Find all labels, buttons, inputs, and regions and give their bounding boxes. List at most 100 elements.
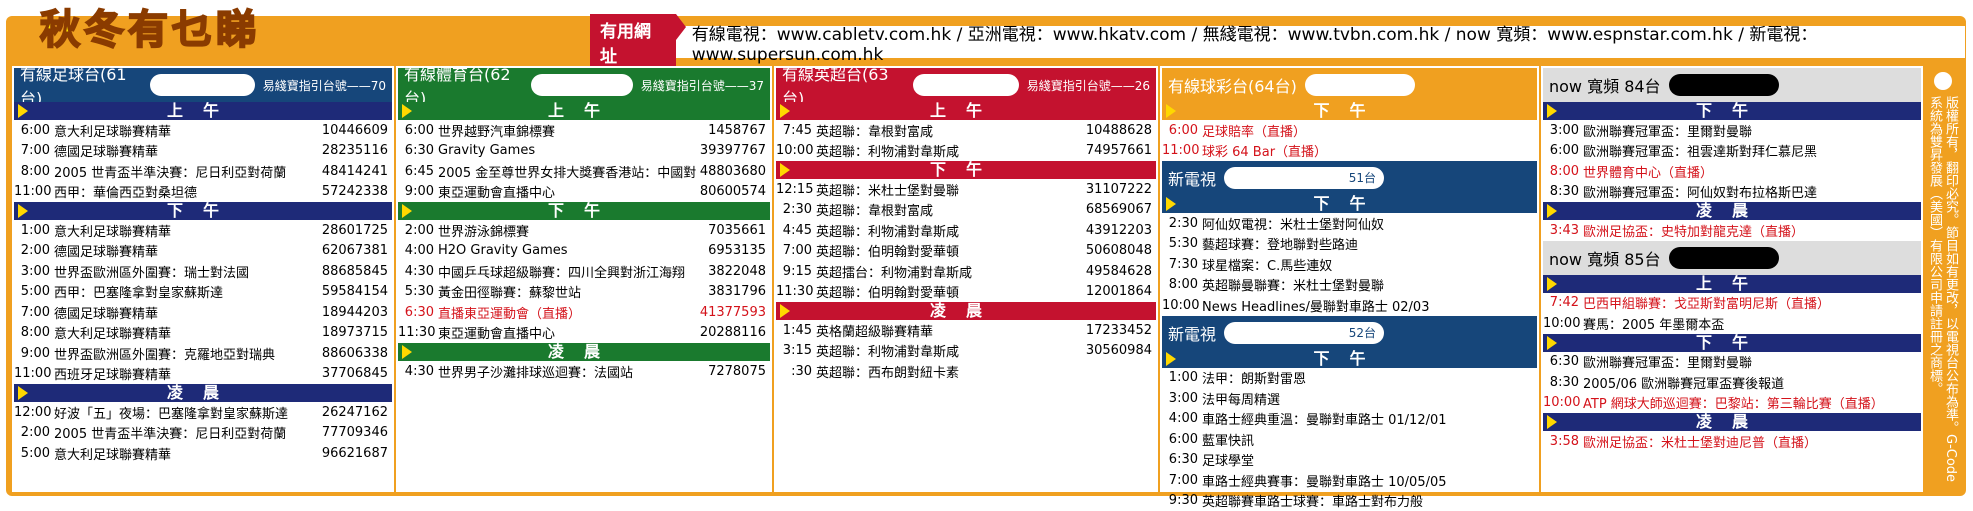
copyright-sidebar: 版權所有，翻印必究。節目如有更改，以電視台公布為準。G-Code系統為雙昇發展（…: [1928, 66, 1958, 490]
program-row[interactable]: 8:00世界體育中心（直播）: [1543, 161, 1921, 182]
program-row[interactable]: 7:42巴西甲組聯賽：戈亞斯對富明尼斯（直播）: [1543, 293, 1921, 314]
program-row[interactable]: 6:00世界越野汽車錦標賽1458767: [398, 120, 770, 141]
program-row[interactable]: 8:30歐洲聯賽冠軍盃：阿仙奴對布拉格斯巴達: [1543, 182, 1921, 203]
gcode-number: 68569067: [1082, 202, 1156, 217]
program-time: 11:00: [1162, 143, 1202, 158]
program-row[interactable]: 8:00意大利足球聯賽精華18973715: [14, 323, 392, 344]
program-time: 6:30: [398, 143, 438, 158]
program-row[interactable]: 7:00車路士經典賽事：曼聯對車路士 10/05/05: [1162, 470, 1537, 491]
program-title: 歐洲足協盃：米杜士堡對迪尼普（直播）: [1583, 432, 1921, 451]
gcode-number: 10446609: [318, 123, 392, 138]
program-row[interactable]: 11:30英超聯：伯明翰對愛華頓12001864: [776, 282, 1156, 303]
column-now-broadband: now 寬頻 84台下午3:00歐洲聯賽冠軍盃：里爾對曼聯6:00歐洲聯賽冠軍盃…: [1541, 66, 1923, 492]
program-title: 西甲：巴塞隆拿對皇家蘇斯達: [54, 282, 318, 301]
program-time: 5:00: [14, 446, 54, 461]
column-cable-epl: 有線英超台(63台)易綫寶指引台號——26上午7:45英超聯：韋根對富咸1048…: [774, 66, 1158, 492]
program-row[interactable]: 1:00法甲：朗斯對雷恩: [1162, 368, 1537, 389]
program-row[interactable]: 7:00德國足球聯賽精華28235116: [14, 141, 392, 162]
program-row[interactable]: 9:15英超擂台：利物浦對韋斯咸49584628: [776, 261, 1156, 282]
program-row[interactable]: 10:00英超聯：利物浦對韋斯咸74957661: [776, 141, 1156, 162]
program-row[interactable]: 12:00好波「五」夜場：巴塞隆拿對皇家蘇斯達26247162: [14, 402, 392, 423]
program-row[interactable]: 7:00德國足球聯賽精華18944203: [14, 302, 392, 323]
program-row[interactable]: 1:00意大利足球聯賽精華28601725: [14, 220, 392, 241]
program-row[interactable]: 4:00H2O Gravity Games6953135: [398, 241, 770, 262]
program-row[interactable]: 7:30球星檔案：C.馬些連奴: [1162, 254, 1537, 275]
gcode-number: 50608048: [1082, 243, 1156, 258]
program-row[interactable]: 10:00News Headlines/曼聯對車路士 02/03: [1162, 295, 1537, 316]
program-row[interactable]: 6:30直播東亞運動會（直播）41377593: [398, 302, 770, 323]
program-row[interactable]: 4:45英超聯：利物浦對韋斯咸43912203: [776, 220, 1156, 241]
program-row[interactable]: 3:43歐洲足協盃：史特加對龍克達（直播）: [1543, 220, 1921, 241]
program-row[interactable]: 12:15英超聯：米杜士堡對曼聯31107222: [776, 179, 1156, 200]
program-time: 4:30: [398, 364, 438, 379]
gcode-number: 17233452: [1082, 323, 1156, 338]
program-row[interactable]: 8:00英超聯曼聯賽：米杜士堡對曼聯: [1162, 275, 1537, 296]
program-title: 世界男子沙灘排球巡迴賽：法國站: [438, 362, 696, 381]
program-time: 8:00: [1162, 277, 1202, 292]
gcode-number: 59584154: [318, 284, 392, 299]
program-title: 歐洲聯賽冠軍盃：里爾對曼聯: [1583, 121, 1921, 140]
program-row[interactable]: 2:30阿仙奴電視：米杜士堡對阿仙奴: [1162, 213, 1537, 234]
channel-logo-pill: [1669, 247, 1779, 269]
program-row[interactable]: 9:00東亞運動會直播中心80600574: [398, 182, 770, 203]
gcode-number: 77709346: [318, 425, 392, 440]
program-row[interactable]: 7:45英超聯：韋根對富咸10488628: [776, 120, 1156, 141]
program-row[interactable]: 11:00西甲：華倫西亞對桑坦德57242338: [14, 182, 392, 203]
gcode-number: 10488628: [1082, 123, 1156, 138]
program-row[interactable]: 5:30黃金田徑聯賽：蘇黎世站3831796: [398, 282, 770, 303]
program-title: 英超聯賽車路士球賽：車路士對布力般: [1202, 491, 1537, 510]
channel-number: 易綫寶指引台號——37: [641, 77, 764, 94]
program-row[interactable]: 4:30世界男子沙灘排球巡迴賽：法國站7278075: [398, 361, 770, 382]
program-row[interactable]: 3:58歐洲足協盃：米杜士堡對迪尼普（直播）: [1543, 431, 1921, 452]
time-section-header: 下午: [1162, 350, 1537, 368]
url-list[interactable]: 有線電視：www.cabletv.com.hk / 亞洲電視：www.hkatv…: [692, 20, 1965, 65]
program-time: 6:00: [1162, 123, 1202, 138]
program-time: 11:30: [776, 284, 816, 299]
program-row[interactable]: 11:00球彩 64 Bar（直播）: [1162, 141, 1537, 162]
channel-title: now 寬頻 84台: [1549, 73, 1661, 97]
gcode-number: 1458767: [696, 123, 770, 138]
program-row[interactable]: 7:00英超聯：伯明翰對愛華頓50608048: [776, 241, 1156, 262]
program-title: 意大利足球聯賽精華: [54, 323, 318, 342]
program-row[interactable]: 6:30足球學堂: [1162, 450, 1537, 471]
program-row[interactable]: 11:30東亞運動會直播中心20288116: [398, 323, 770, 344]
program-row[interactable]: 2:002005 世青盃半準決賽：尼日利亞對荷蘭77709346: [14, 423, 392, 444]
program-row[interactable]: 8:002005 世青盃半準決賽：尼日利亞對荷蘭48414241: [14, 161, 392, 182]
program-row[interactable]: 9:00世界盃歐洲區外圍賽：克羅地亞對瑞典88606338: [14, 343, 392, 364]
program-row[interactable]: 8:302005/06 歐洲聯賽冠軍盃賽後報道: [1543, 372, 1921, 393]
program-time: 10:00: [1162, 298, 1202, 313]
program-row[interactable]: 4:00車路士經典重溫：曼聯對車路士 01/12/01: [1162, 409, 1537, 430]
program-row[interactable]: 6:00足球賠率（直播）: [1162, 120, 1537, 141]
program-row[interactable]: :30英超聯：西布朗對紐卡素: [776, 361, 1156, 382]
program-row[interactable]: 2:30英超聯：韋根對富咸68569067: [776, 200, 1156, 221]
program-row[interactable]: 6:00意大利足球聯賽精華10446609: [14, 120, 392, 141]
program-row[interactable]: 3:00歐洲聯賽冠軍盃：里爾對曼聯: [1543, 120, 1921, 141]
program-row[interactable]: 2:00德國足球聯賽精華62067381: [14, 241, 392, 262]
program-title: 英超聯曼聯賽：米杜士堡對曼聯: [1202, 275, 1537, 294]
program-row[interactable]: 10:00ATP 網球大師巡迴賽：巴黎站：第三輪比賽（直播）: [1543, 393, 1921, 414]
program-row[interactable]: 10:00賽馬：2005 年墨爾本盃: [1543, 313, 1921, 334]
program-row[interactable]: 5:00意大利足球聯賽精華96621687: [14, 443, 392, 464]
program-row[interactable]: 9:30英超聯賽車路士球賽：車路士對布力般: [1162, 491, 1537, 511]
program-row[interactable]: 5:00西甲：巴塞隆拿對皇家蘇斯達59584154: [14, 282, 392, 303]
program-row[interactable]: 11:00西班牙足球聯賽精華37706845: [14, 364, 392, 385]
program-row[interactable]: 6:452005 金至尊世界女排大獎賽香港站：中國對意大利48803680: [398, 161, 770, 182]
gcode-number: 18973715: [318, 325, 392, 340]
program-row[interactable]: 5:30藝超球賽：登地聯對些路迪: [1162, 234, 1537, 255]
program-row[interactable]: 4:30中國乒乓球超級聯賽：四川全興對浙江海翔3822048: [398, 261, 770, 282]
program-row[interactable]: 6:00歐洲聯賽冠軍盃：祖雲達斯對拜仁慕尼黑: [1543, 141, 1921, 162]
program-time: 5:30: [398, 284, 438, 299]
program-row[interactable]: 3:15英超聯：利物浦對韋斯咸30560984: [776, 341, 1156, 362]
program-title: 意大利足球聯賽精華: [54, 221, 318, 240]
program-row[interactable]: 2:00世界游泳錦標賽7035661: [398, 220, 770, 241]
program-row[interactable]: 6:30歐洲聯賽冠軍盃：里爾對曼聯: [1543, 352, 1921, 373]
program-row[interactable]: 3:00世界盃歐洲區外圍賽：瑞士對法國88685845: [14, 261, 392, 282]
program-row[interactable]: 6:30Gravity Games39397767: [398, 141, 770, 162]
program-row[interactable]: 1:45英格蘭超級聯賽精華17233452: [776, 320, 1156, 341]
program-time: 6:30: [1543, 354, 1583, 369]
program-row[interactable]: 3:00法甲每周精選: [1162, 388, 1537, 409]
program-title: 意大利足球聯賽精華: [54, 121, 318, 140]
program-title: 英超聯：伯明翰對愛華頓: [816, 282, 1082, 301]
program-row[interactable]: 6:00藍軍快訊: [1162, 429, 1537, 450]
program-time: 4:30: [398, 264, 438, 279]
